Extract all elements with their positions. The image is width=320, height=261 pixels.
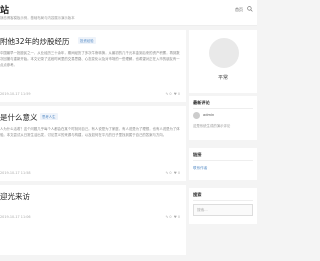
comment-user[interactable]: admin — [203, 113, 214, 117]
comment-text[interactable]: 这是系统生成的演示评论 — [193, 123, 230, 128]
top-bar: 站 静态博客模板示例，基础布局与内容展示演示版本 首页 — [0, 0, 257, 26]
post-date: 2019-10-17 11:06 — [0, 215, 31, 219]
profile-widget: 平常 — [189, 30, 257, 93]
post-excerpt: 人为什么活着？这个问题几乎每个人都会在某个时刻问自己。有人说是为了家庭，有人说是… — [0, 127, 180, 137]
comment-count: 0 — [169, 92, 172, 96]
nav-home-link[interactable]: 首页 — [235, 7, 243, 13]
comment-count: 0 — [169, 171, 172, 175]
post-title[interactable]: 迎光来访 — [0, 191, 30, 202]
post-tag[interactable]: 投资经验 — [78, 37, 96, 44]
comment-avatar — [193, 112, 200, 119]
post-excerpt: 中国最早一批股民之一，从业经历三十余年，期间经历了多次牛熊转换，从最初的几千元本… — [0, 51, 180, 67]
post-date: 2019-10-17 11:58 — [0, 171, 31, 175]
post-tag[interactable]: 思考人生 — [40, 113, 58, 120]
links-widget: 链接 联系作者 — [189, 148, 257, 180]
comment-icon: ✎ — [165, 171, 169, 175]
comment-icon: ✎ — [165, 92, 169, 96]
post-card: 附他32年的炒股经历 投资经验 中国最早一批股民之一，从业经历三十余年，期间经历… — [0, 30, 186, 102]
post-date: 2019-10-17 11:59 — [0, 92, 31, 96]
divider — [193, 200, 253, 201]
post-counts: ✎ 0 ♥ 0 — [165, 171, 180, 175]
comment-icon: ✎ — [165, 215, 169, 219]
search-input[interactable]: 搜索... — [193, 204, 253, 216]
like-icon: ♥ — [173, 215, 177, 219]
post-card: 迎光来访 2019-10-17 11:06 ✎ 0 ♥ 0 — [0, 185, 186, 255]
like-count: 0 — [177, 92, 180, 96]
divider — [193, 160, 253, 161]
post-card: 是什么意义 思考人生 人为什么活着？这个问题几乎每个人都会在某个时刻问自己。有人… — [0, 106, 186, 181]
like-icon: ♥ — [173, 171, 177, 175]
widget-title: 最新评论 — [193, 100, 210, 105]
like-icon: ♥ — [173, 92, 177, 96]
comment-count: 0 — [169, 215, 172, 219]
post-title[interactable]: 附他32年的炒股经历 — [0, 36, 70, 47]
avatar[interactable] — [209, 38, 239, 68]
search-widget: 搜索 搜索... — [189, 188, 257, 224]
post-counts: ✎ 0 ♥ 0 — [165, 92, 180, 96]
widget-title: 搜索 — [193, 192, 202, 197]
profile-name: 平常 — [217, 75, 228, 81]
post-title[interactable]: 是什么意义 — [0, 112, 38, 123]
divider — [193, 108, 253, 109]
post-counts: ✎ 0 ♥ 0 — [165, 215, 180, 219]
site-description: 静态博客模板示例，基础布局与内容展示演示版本 — [0, 16, 75, 20]
widget-title: 链接 — [193, 152, 202, 157]
recent-comments-widget: 最新评论 admin 这是系统生成的演示评论 — [189, 96, 257, 140]
links-item[interactable]: 联系作者 — [193, 166, 207, 171]
like-count: 0 — [177, 215, 180, 219]
search-icon[interactable] — [247, 6, 253, 12]
like-count: 0 — [177, 171, 180, 175]
